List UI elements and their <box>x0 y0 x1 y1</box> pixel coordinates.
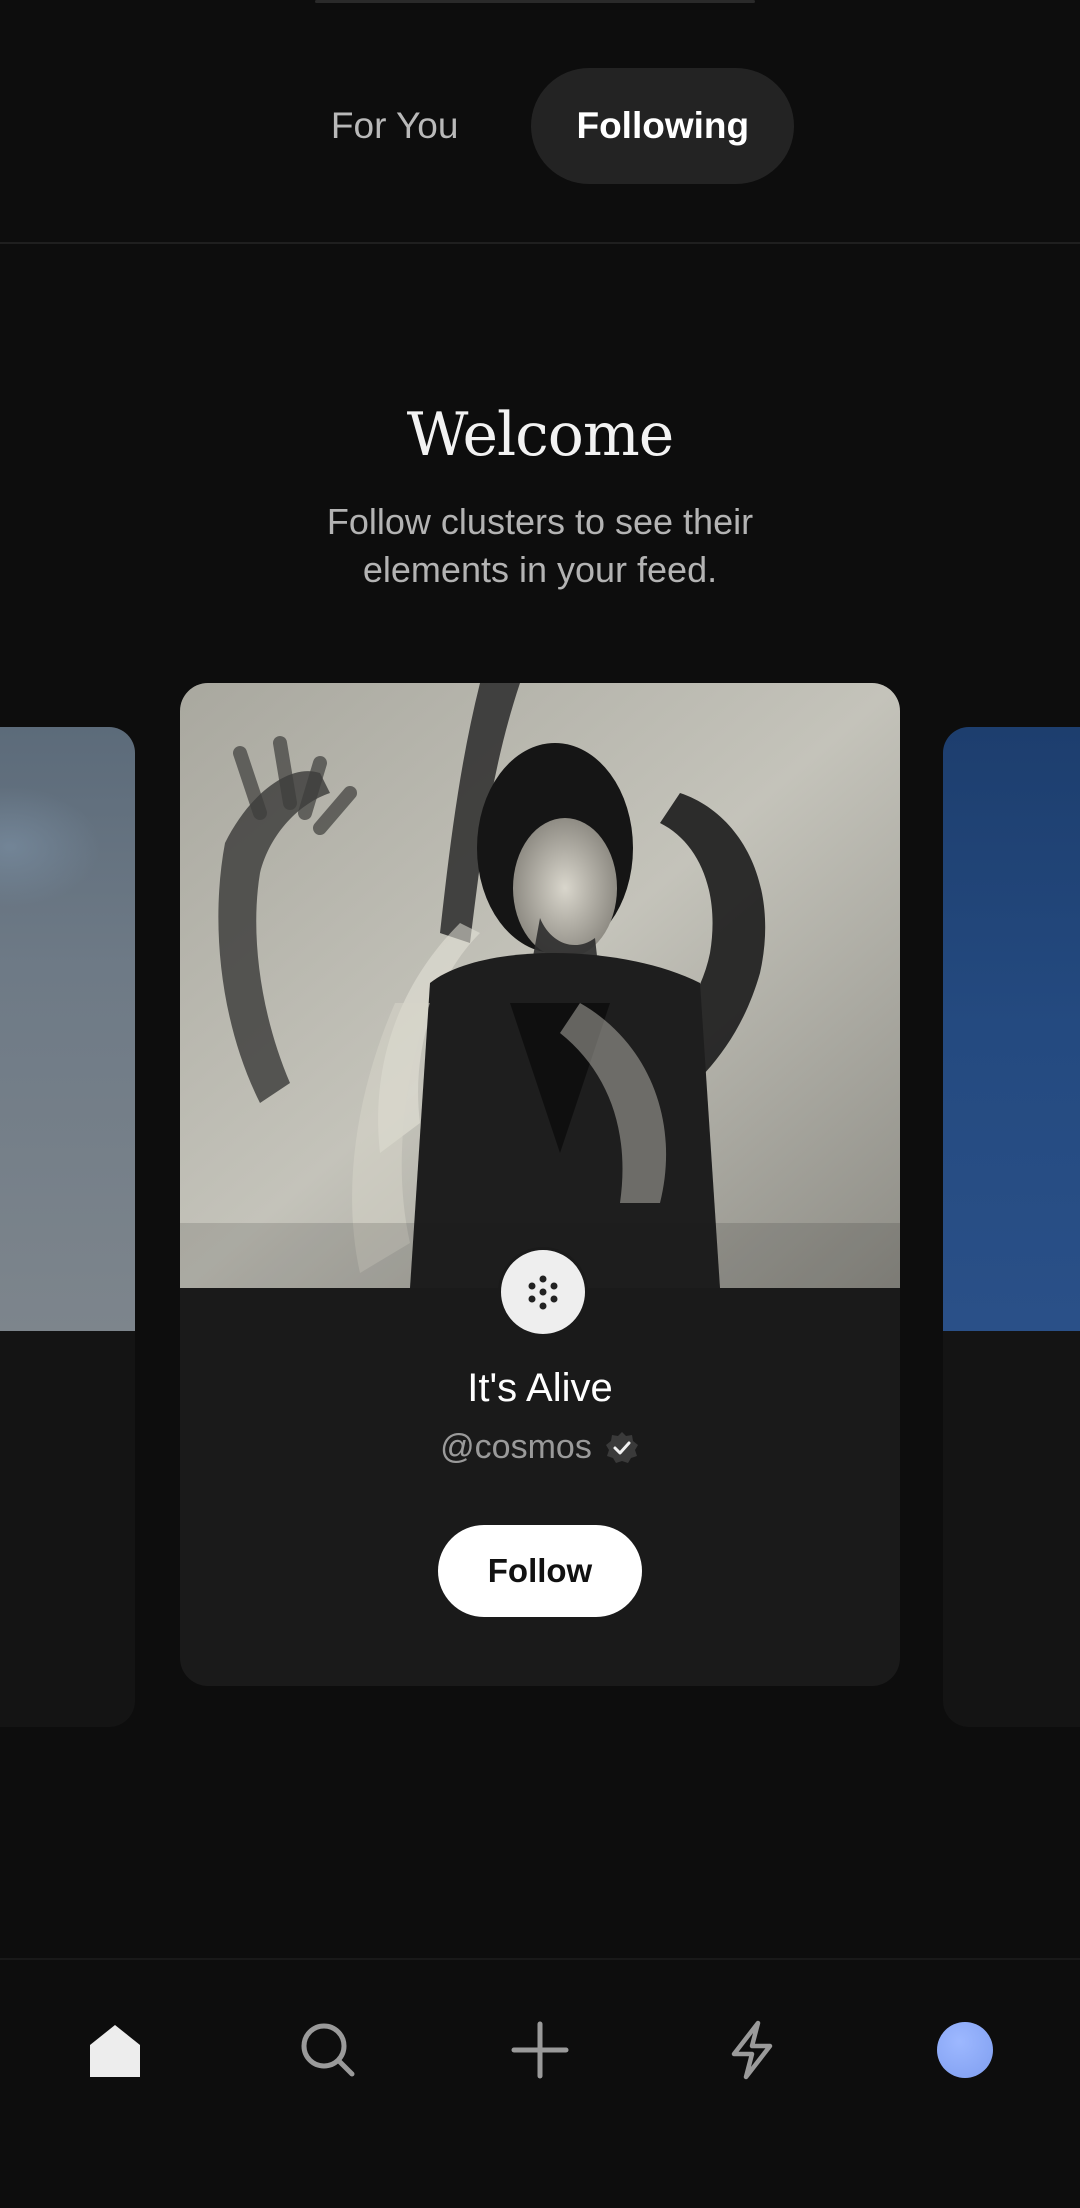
follow-button[interactable]: Follow <box>438 1525 642 1617</box>
feed-tabs: For You Following <box>0 68 1080 184</box>
welcome-title: Welcome <box>406 400 675 470</box>
cluster-card-image <box>943 727 1080 1331</box>
cluster-card-featured[interactable]: It's Alive @cosmos Follow <box>180 683 900 1686</box>
tabs-divider <box>0 242 1080 244</box>
cluster-handle[interactable]: @cosmos <box>440 1428 592 1467</box>
cosmos-dots-icon <box>498 1247 588 1337</box>
search-icon <box>301 2023 355 2077</box>
nav-search[interactable] <box>288 2010 368 2090</box>
nav-home[interactable] <box>75 2010 155 2090</box>
cluster-cover-image <box>180 683 900 1288</box>
verified-badge-icon <box>605 1431 638 1463</box>
welcome-subtitle: Follow clusters to see their elements in… <box>326 501 754 590</box>
profile-avatar <box>937 2022 993 2078</box>
cluster-card-previous[interactable] <box>0 727 135 1727</box>
lightning-icon <box>731 2020 773 2080</box>
cluster-owner[interactable]: @cosmos <box>180 1428 900 1467</box>
nav-profile[interactable] <box>925 2010 1005 2090</box>
cluster-card-next[interactable] <box>943 727 1080 1727</box>
plus-icon <box>511 2021 569 2079</box>
tab-for-you[interactable]: For You <box>286 68 504 184</box>
tab-following[interactable]: Following <box>531 68 795 184</box>
cluster-title: It's Alive <box>467 1366 613 1410</box>
home-icon <box>90 2025 140 2077</box>
cluster-card-image <box>0 727 135 1331</box>
top-sheet-handle <box>315 0 755 3</box>
bottom-navigation <box>0 1958 1080 2208</box>
nav-create[interactable] <box>500 2010 580 2090</box>
nav-activity[interactable] <box>712 2010 792 2090</box>
